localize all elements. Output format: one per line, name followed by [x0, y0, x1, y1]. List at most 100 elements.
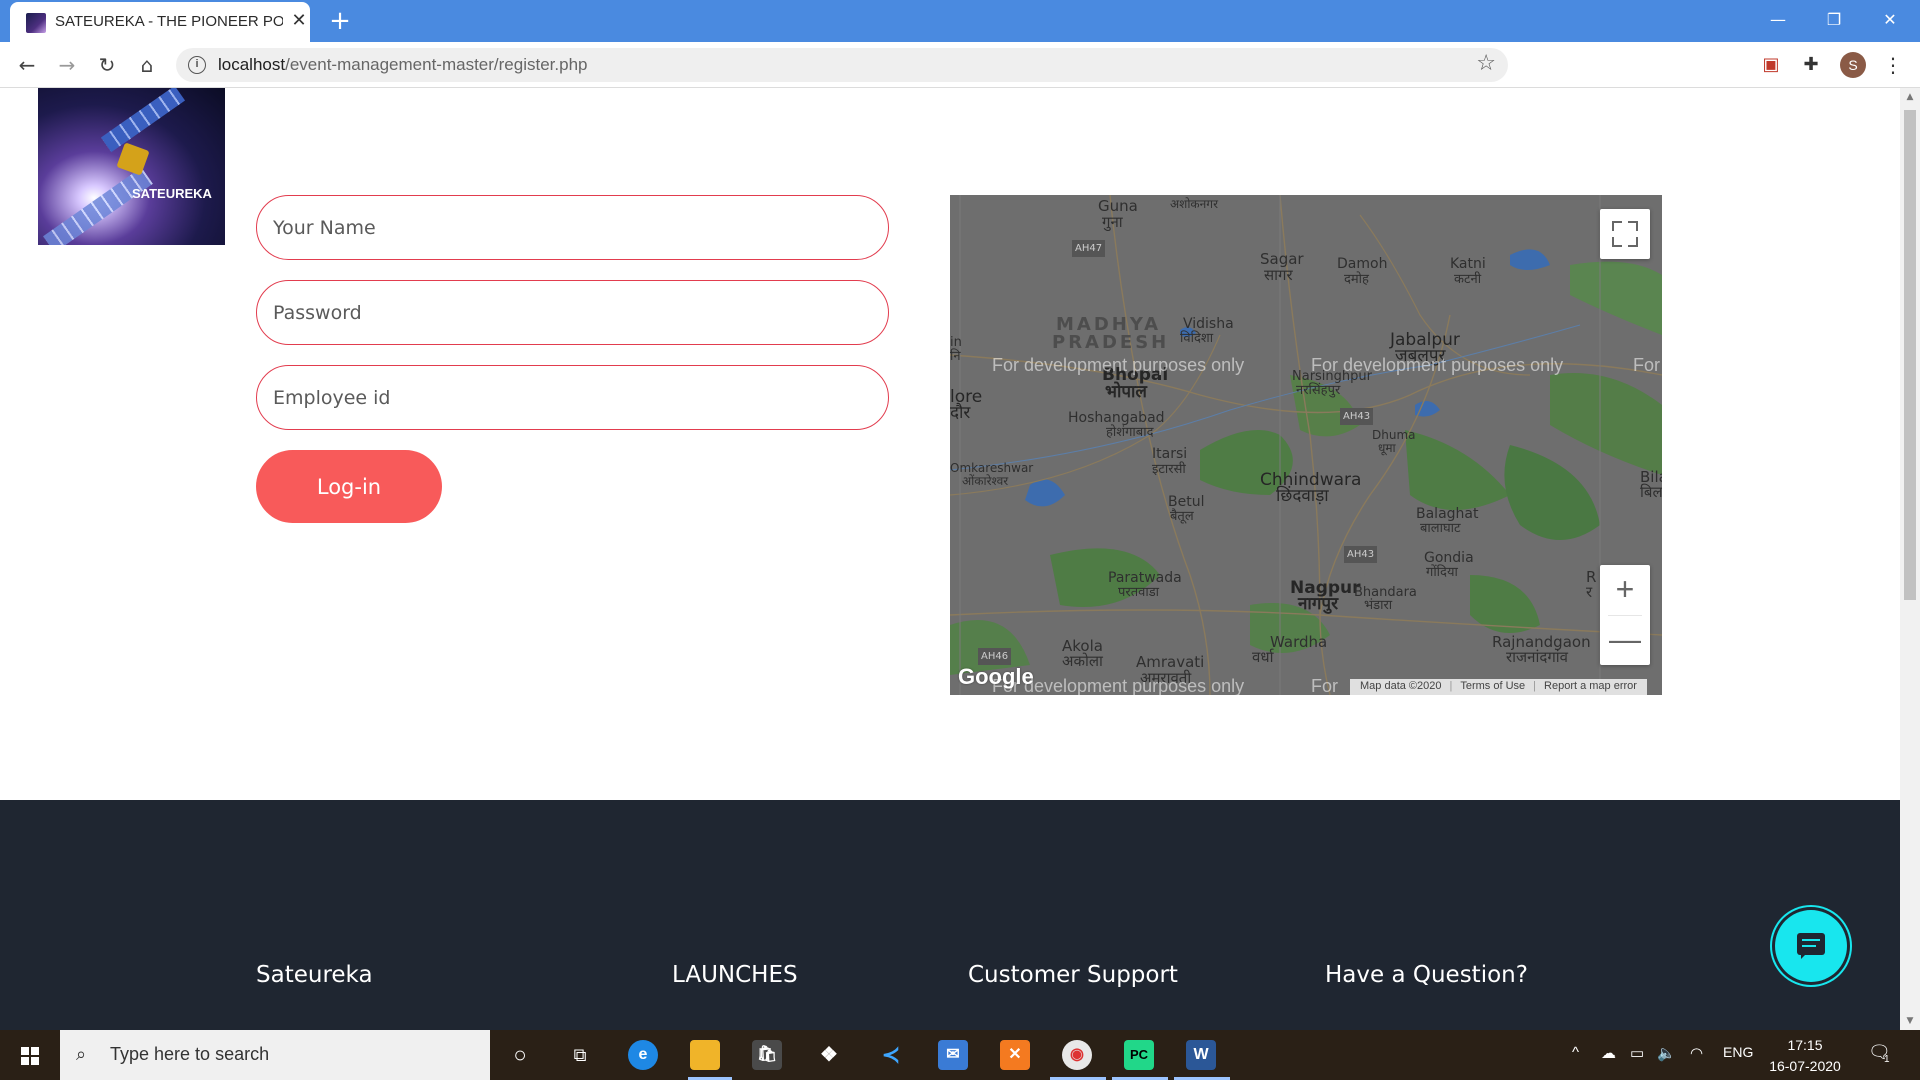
- logo-satellite-body: [116, 142, 150, 176]
- taskbar-search-box[interactable]: ⌕ Type here to search: [60, 1030, 490, 1080]
- map-city-label: राजनांदगांव: [1506, 648, 1568, 666]
- vscode-icon[interactable]: ≺: [876, 1040, 906, 1070]
- map-data-credit: Map data ©2020: [1360, 680, 1442, 692]
- highway-shield: AH43: [1340, 408, 1374, 425]
- forest-area: [1405, 430, 1510, 510]
- edge-browser-icon[interactable]: e: [628, 1040, 658, 1070]
- sateureka-logo[interactable]: SATEUREKA: [38, 88, 225, 245]
- map-city-label: नरसिंहपुर: [1296, 383, 1341, 398]
- map-edge-label: र: [1586, 583, 1593, 601]
- browser-toolbar: ← → ↻ ⌂ i localhost/event-management-mas…: [0, 42, 1920, 88]
- clock-time: 17:15: [1787, 1037, 1823, 1053]
- pocket-extension-icon[interactable]: ▣: [1760, 54, 1782, 76]
- water-body: [1025, 479, 1065, 507]
- chat-line: [1802, 939, 1820, 941]
- map-city-label: Damoh: [1337, 256, 1388, 272]
- scrollbar-thumb[interactable]: [1904, 110, 1916, 600]
- reload-icon[interactable]: ↻: [92, 50, 122, 80]
- map-city-label: वर्धा: [1252, 648, 1274, 666]
- map-city-label: Itarsi: [1152, 446, 1188, 462]
- fullscreen-corner-icon: [1612, 237, 1622, 247]
- map-city-label: विदिशा: [1180, 331, 1214, 346]
- microsoft-store-icon[interactable]: 🛍: [752, 1040, 782, 1070]
- footer-heading-launches: LAUNCHES: [672, 962, 798, 988]
- wifi-icon[interactable]: ◠: [1690, 1044, 1703, 1062]
- restore-button[interactable]: ❐: [1806, 4, 1862, 36]
- forward-arrow-icon[interactable]: →: [52, 50, 82, 80]
- map-city-label: भंडारा: [1364, 598, 1393, 613]
- map-city-label: परतवाडा: [1118, 585, 1160, 600]
- bookmark-star-icon[interactable]: ☆: [1476, 51, 1496, 76]
- minimize-button[interactable]: —: [1750, 4, 1806, 36]
- map-edge-label: in: [950, 335, 962, 350]
- mail-icon[interactable]: ✉: [938, 1040, 968, 1070]
- password-input[interactable]: [256, 280, 889, 345]
- profile-avatar[interactable]: S: [1840, 52, 1866, 78]
- map-city-label: भोपाल: [1105, 382, 1147, 402]
- road: [1109, 195, 1211, 695]
- battery-icon[interactable]: ▭: [1630, 1044, 1644, 1062]
- tab-close-icon[interactable]: ✕: [288, 10, 310, 32]
- google-logo[interactable]: Google: [958, 664, 1034, 690]
- volume-icon[interactable]: 🔈: [1657, 1044, 1676, 1062]
- language-indicator[interactable]: ENG: [1723, 1044, 1753, 1060]
- forest-area: [1504, 445, 1600, 540]
- site-footer: Sateureka LAUNCHES Customer Support Have…: [0, 800, 1900, 1030]
- terms-of-use-link[interactable]: Terms of Use: [1456, 680, 1529, 692]
- tray-expand-icon[interactable]: ^: [1572, 1044, 1579, 1061]
- map-city-label: अशोकनगर: [1170, 197, 1218, 211]
- highway-shield: AH47: [1072, 240, 1106, 257]
- page-scrollbar[interactable]: ▲ ▼: [1900, 88, 1920, 1030]
- onedrive-cloud-icon[interactable]: ☁: [1601, 1044, 1616, 1062]
- water-body: [1510, 249, 1550, 270]
- xampp-icon[interactable]: ✕: [1000, 1040, 1030, 1070]
- name-input[interactable]: [256, 195, 889, 260]
- map-city-label: नागपुर: [1298, 594, 1339, 614]
- zoom-in-button[interactable]: +: [1600, 565, 1650, 615]
- login-button[interactable]: Log-in: [256, 450, 442, 523]
- report-map-error-link[interactable]: Report a map error: [1540, 680, 1641, 692]
- scroll-down-arrow-icon[interactable]: ▼: [1904, 1016, 1916, 1028]
- map-city-label: सागर: [1264, 266, 1293, 284]
- home-icon[interactable]: ⌂: [132, 50, 162, 80]
- clock-date: 16-07-2020: [1769, 1058, 1841, 1074]
- pycharm-icon[interactable]: PC: [1124, 1040, 1154, 1070]
- file-explorer-icon[interactable]: [690, 1040, 720, 1070]
- extensions-puzzle-icon[interactable]: ✚: [1800, 54, 1822, 76]
- logo-solar-panel-lower: [43, 167, 153, 245]
- start-button[interactable]: [0, 1030, 58, 1080]
- map-city-label: गुना: [1102, 213, 1123, 231]
- windows-taskbar: ⌕ Type here to search ○ ⧉ e 🛍 ❖ ≺ ✉ ✕ ◉ …: [0, 1030, 1920, 1080]
- employee-id-input[interactable]: [256, 365, 889, 430]
- site-info-icon[interactable]: i: [188, 56, 206, 74]
- map-city-label: गोंदिया: [1426, 565, 1458, 580]
- windows-logo-icon: [21, 1047, 39, 1065]
- url-host: localhost: [218, 55, 286, 74]
- map-city-label: छिंदवाड़ा: [1276, 486, 1329, 506]
- map-city-label: होशंगाबाद: [1106, 425, 1154, 440]
- menu-dots-icon[interactable]: ⋮: [1882, 54, 1904, 76]
- word-icon[interactable]: W: [1186, 1040, 1216, 1070]
- google-map[interactable]: MADHYA PRADESH Guna गुना अशोकनगर Sagar स…: [950, 195, 1662, 695]
- new-tab-button[interactable]: +: [325, 6, 355, 36]
- map-city-label: Katni: [1450, 256, 1486, 272]
- scroll-up-arrow-icon[interactable]: ▲: [1904, 92, 1916, 104]
- cortana-icon[interactable]: ○: [505, 1040, 535, 1070]
- taskbar-clock[interactable]: 17:15 16-07-2020: [1765, 1035, 1845, 1077]
- task-view-icon[interactable]: ⧉: [565, 1040, 595, 1070]
- address-bar[interactable]: i localhost/event-management-master/regi…: [176, 48, 1508, 82]
- chrome-icon[interactable]: ◉: [1062, 1040, 1092, 1070]
- url-text[interactable]: localhost/event-management-master/regist…: [218, 55, 587, 75]
- browser-tab[interactable]: SATEUREKA - THE PIONEER PORTAL ✕: [10, 2, 310, 42]
- map-city-label: Gondia: [1424, 550, 1474, 566]
- map-city-label: अकोला: [1062, 652, 1103, 670]
- page-content: SATEUREKA Log-in: [0, 88, 1900, 1030]
- back-arrow-icon[interactable]: ←: [12, 50, 42, 80]
- chat-widget-button[interactable]: [1775, 910, 1847, 982]
- dropbox-icon[interactable]: ❖: [814, 1040, 844, 1070]
- fullscreen-corner-icon: [1612, 221, 1622, 231]
- map-fullscreen-button[interactable]: [1600, 209, 1650, 259]
- zoom-out-button[interactable]: —: [1600, 615, 1650, 665]
- map-edge-label: नि: [950, 349, 961, 364]
- close-window-button[interactable]: ✕: [1862, 4, 1918, 36]
